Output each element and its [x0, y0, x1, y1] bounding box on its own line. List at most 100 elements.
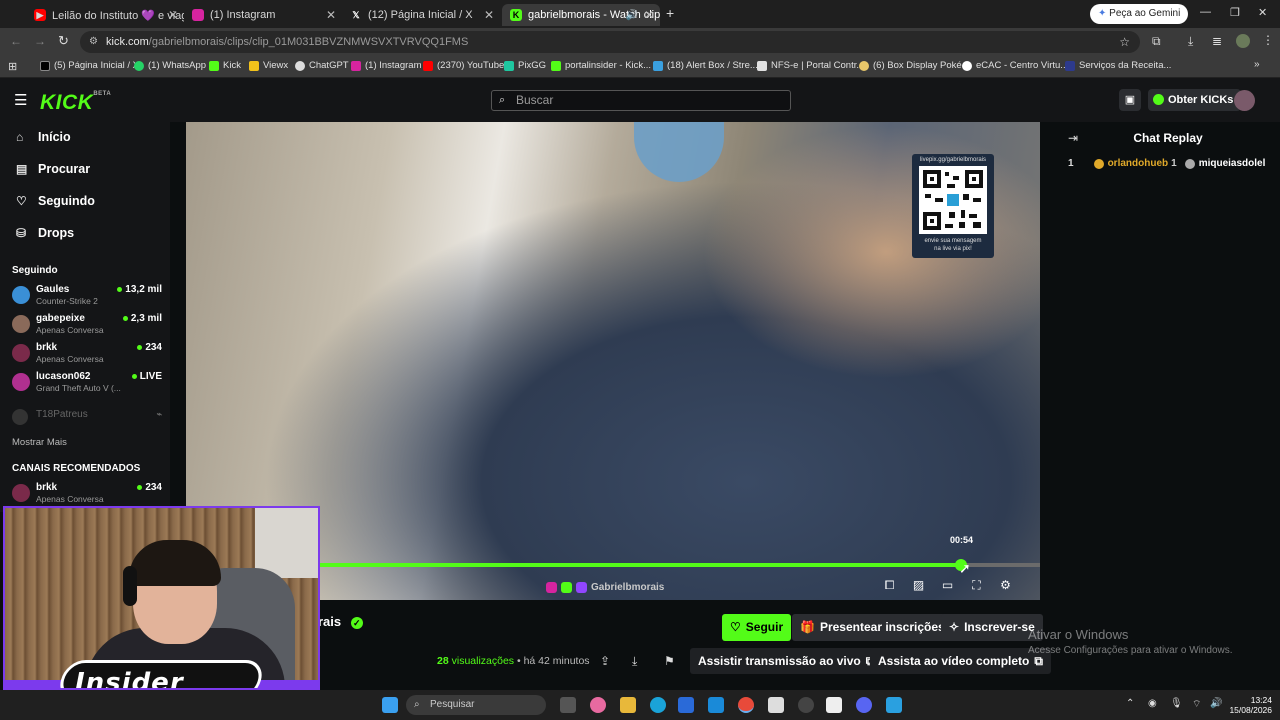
chat-username[interactable]: orlandohueb: [1108, 158, 1169, 169]
bookmark-item[interactable]: NFS-e | Portal Contr...: [757, 60, 864, 71]
bookmark-item[interactable]: (1) WhatsApp: [134, 60, 206, 71]
views-count: 28: [437, 655, 449, 667]
capcut-icon[interactable]: [768, 697, 784, 713]
microphone-icon[interactable]: 🎙: [1170, 698, 1183, 709]
window-close-icon[interactable]: ✕: [1258, 6, 1267, 19]
gemini-button[interactable]: ✦ Peça ao Gemini: [1090, 4, 1189, 24]
channel-item[interactable]: brkk Apenas Conversa 234: [12, 342, 162, 368]
watch-full-video-button[interactable]: Assista ao vídeo completo ⧉: [870, 648, 1051, 674]
bookmark-star-icon[interactable]: ☆: [1119, 31, 1130, 53]
extensions-icon[interactable]: ⧉: [1152, 34, 1161, 49]
sidebar-item-browse[interactable]: ▤ Procurar: [16, 162, 90, 176]
tab-3-active[interactable]: K gabrielbmorais - Watch clip 🔊 ✕: [502, 4, 660, 26]
tab-title: Leilão do Instituto 💜 e viagem: [52, 9, 184, 22]
user-avatar[interactable]: [1234, 90, 1255, 111]
report-icon[interactable]: ⚑: [664, 654, 675, 668]
site-info-icon[interactable]: ⚙: [89, 31, 98, 53]
bookmark-item[interactable]: Viewx: [249, 60, 288, 71]
fullscreen-icon[interactable]: ⛶: [969, 578, 984, 593]
sidebar-item-following[interactable]: ♡ Seguindo: [16, 194, 95, 208]
settings-icon[interactable]: ⚙: [998, 578, 1013, 593]
close-icon[interactable]: ✕: [484, 8, 494, 22]
taskbar-clock[interactable]: 13:24 15/08/2026: [1224, 695, 1272, 715]
bookmark-item[interactable]: ChatGPT: [295, 60, 349, 71]
close-icon[interactable]: ✕: [326, 8, 336, 22]
sidebar-item-drops[interactable]: ⛁ Drops: [16, 226, 74, 240]
bookmark-item[interactable]: PixGG: [504, 60, 546, 71]
bookmark-item[interactable]: portalinsider - Kick...: [551, 60, 651, 71]
search-input[interactable]: ⌕ Buscar: [491, 90, 791, 111]
chrome-icon[interactable]: [738, 697, 754, 713]
channel-title[interactable]: rais ✓: [318, 614, 363, 629]
task-view-icon[interactable]: [560, 697, 576, 713]
bookmark-item[interactable]: eCAC - Centro Virtu...: [962, 60, 1068, 71]
get-kicks-button[interactable]: Obter KICKs: [1148, 89, 1242, 111]
tab-1[interactable]: (1) Instagram ✕: [184, 4, 342, 26]
discord-icon[interactable]: [856, 697, 872, 713]
bookmarks-overflow-icon[interactable]: »: [1254, 59, 1260, 70]
channel-item[interactable]: gabepeixe Apenas Conversa 2,3 mil: [12, 313, 162, 339]
watermark-text: Gabrielbmorais: [591, 582, 665, 593]
tab-0[interactable]: ▶ Leilão do Instituto 💜 e viagem ✕: [26, 4, 184, 26]
sidebar-item-home[interactable]: ⌂ Início: [16, 130, 71, 144]
app-icon[interactable]: [826, 697, 842, 713]
kick-logo[interactable]: KICKBETA: [40, 91, 111, 115]
store-icon[interactable]: [678, 697, 694, 713]
bookmark-item[interactable]: Serviços da Receita...: [1065, 60, 1171, 71]
media-icon[interactable]: ≣: [1212, 34, 1222, 48]
youtube-icon: [423, 60, 433, 71]
forward-icon[interactable]: →: [34, 34, 46, 48]
more-icon[interactable]: ⋮: [1262, 33, 1274, 47]
minimize-icon[interactable]: —: [1200, 6, 1211, 18]
theater-icon[interactable]: ▭: [940, 578, 955, 593]
layout-icon[interactable]: ▣: [1119, 89, 1141, 111]
profile-avatar[interactable]: [1236, 34, 1250, 48]
bookmark-item[interactable]: (2370) YouTube: [423, 60, 504, 71]
close-icon[interactable]: ✕: [644, 8, 654, 22]
watch-live-button[interactable]: Assistir transmissão ao vivo⧉: [690, 648, 883, 674]
wifi-icon[interactable]: ⌔: [1192, 698, 1201, 711]
download-icon[interactable]: ⤓: [1188, 34, 1193, 49]
close-icon[interactable]: ✕: [168, 8, 178, 22]
bookmark-item[interactable]: (18) Alert Box / Stre...: [653, 60, 758, 71]
bookmark-item[interactable]: Kick: [209, 60, 241, 71]
download-icon[interactable]: ⤓: [632, 654, 637, 669]
obs-icon[interactable]: [798, 697, 814, 713]
reload-icon[interactable]: ↻: [58, 33, 69, 49]
tray-overflow-icon[interactable]: ⌃: [1126, 698, 1134, 709]
back-icon[interactable]: ←: [10, 34, 22, 48]
bookmark-item[interactable]: (6) Box Display Poké...: [859, 60, 970, 71]
live-dot-icon: [122, 316, 128, 321]
menu-icon[interactable]: ☰: [14, 91, 27, 109]
apps-grid-icon[interactable]: ⊞: [8, 60, 17, 73]
channel-item[interactable]: lucason062 Grand Theft Auto V (... LIVE: [12, 371, 162, 397]
copilot-icon[interactable]: [590, 697, 606, 713]
chat-username[interactable]: miqueiasdolel: [1199, 158, 1266, 169]
tray-app-icon[interactable]: ◉: [1148, 698, 1157, 709]
channel-item[interactable]: brkk Apenas Conversa 234: [12, 482, 162, 508]
edge-icon[interactable]: [650, 697, 666, 713]
bookmark-item[interactable]: (5) Página Inicial / X: [40, 60, 139, 71]
show-more-link[interactable]: Mostrar Mais: [12, 437, 67, 448]
taskbar-search[interactable]: ⌕ Pesquisar: [406, 695, 546, 715]
windows-start-icon[interactable]: [382, 697, 398, 713]
share-icon[interactable]: ⇪: [600, 654, 610, 668]
clip-icon[interactable]: ▨: [911, 578, 926, 593]
progress-bar[interactable]: [320, 559, 1040, 571]
outlook-icon[interactable]: [708, 697, 724, 713]
pip-icon[interactable]: ⧠: [882, 578, 897, 593]
url-field[interactable]: ⚙ kick.com/gabrielbmorais/clips/clip_01M…: [80, 31, 1140, 53]
channel-item-offline[interactable]: T18Patreus ⌁: [12, 407, 162, 433]
maximize-icon[interactable]: ❐: [1230, 6, 1240, 19]
tab-2[interactable]: 𝕏 (12) Página Inicial / X ✕: [342, 4, 500, 26]
gift-subs-button[interactable]: 🎁 Presentear inscrições: [792, 614, 953, 641]
follow-button[interactable]: ♡ Seguir: [722, 614, 792, 641]
volume-icon[interactable]: 🔊: [1210, 698, 1222, 709]
channel-item[interactable]: Gaules Counter-Strike 2 13,2 mil: [12, 284, 162, 310]
file-explorer-icon[interactable]: [620, 697, 636, 713]
speaker-icon[interactable]: 🔊: [626, 10, 638, 21]
new-tab-icon[interactable]: +: [666, 5, 674, 21]
bookmark-item[interactable]: (1) Instagram: [351, 60, 422, 71]
app-icon[interactable]: [886, 697, 902, 713]
receita-icon: [1065, 60, 1075, 71]
